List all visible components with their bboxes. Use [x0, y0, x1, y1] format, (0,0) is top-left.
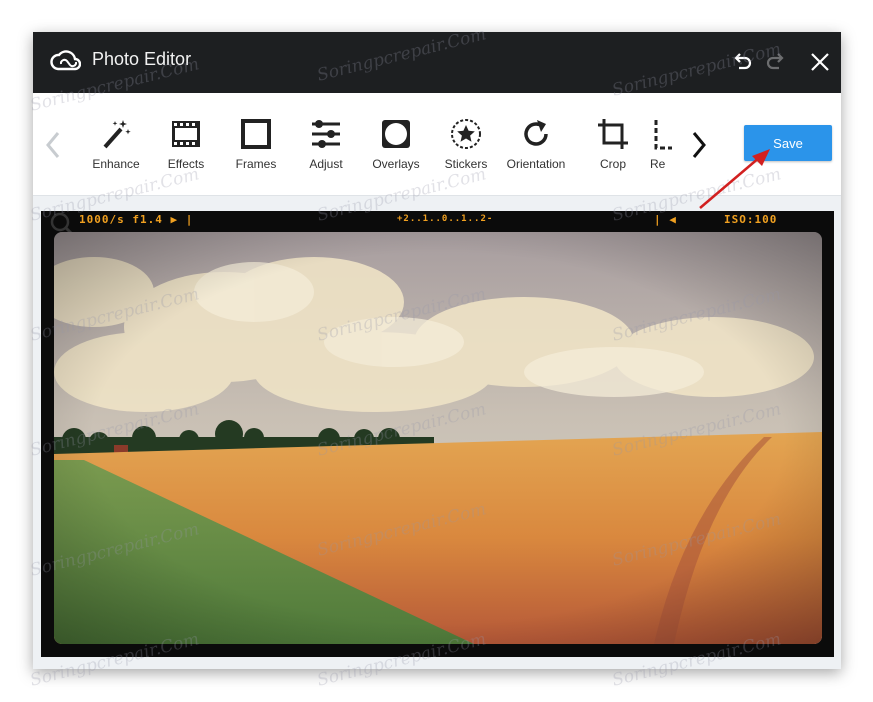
star-sticker-icon — [451, 119, 481, 149]
tool-label: Frames — [235, 157, 277, 171]
tool-enhance[interactable]: Enhance — [86, 117, 146, 177]
save-button[interactable]: Save — [744, 125, 832, 161]
tool-label: Effects — [167, 157, 205, 171]
tool-adjust[interactable]: Adjust — [296, 117, 356, 177]
crop-icon — [598, 119, 628, 149]
tool-effects[interactable]: Effects — [156, 117, 216, 177]
film-scale-text: +2..1..0..1..2- — [397, 214, 494, 224]
tool-label: Crop — [599, 157, 626, 171]
photo-canvas[interactable]: 1000/s f1.4 ▶ | +2..1..0..1..2- | ◀ ISO:… — [41, 211, 834, 657]
tool-stickers[interactable]: Stickers — [436, 117, 496, 177]
film-marker-text: | ◀ — [654, 213, 677, 226]
magic-wand-icon — [103, 120, 131, 149]
tool-label: Overlays — [372, 157, 420, 171]
film-exposure-text: 1000/s f1.4 ▶ | — [79, 213, 194, 226]
tool-label: Re — [650, 157, 666, 171]
scroll-right-icon[interactable] — [687, 127, 711, 163]
title-bar: Photo Editor — [33, 32, 841, 93]
rotate-icon — [524, 120, 548, 146]
resize-icon — [654, 120, 672, 150]
tool-overlays[interactable]: Overlays — [366, 117, 426, 177]
tool-resize[interactable]: Re — [648, 117, 688, 177]
scroll-left-icon[interactable] — [41, 127, 65, 163]
overlay-icon — [382, 120, 410, 148]
app-title: Photo Editor — [92, 49, 192, 69]
tool-label: Stickers — [444, 157, 488, 171]
sliders-icon — [312, 120, 340, 148]
tools-toolbar: Enhance Effects Frames Adjust Overlays S… — [33, 93, 841, 196]
tool-label: Enhance — [92, 157, 140, 171]
tool-label: Orientation — [506, 157, 566, 171]
film-iso-text: ISO:100 — [724, 213, 778, 226]
tool-label: Adjust — [309, 157, 343, 171]
tool-crop[interactable]: Crop — [583, 117, 643, 177]
photo-editor-window: Photo Editor Enhance Effects Frames Adju… — [33, 32, 841, 669]
frame-icon — [241, 119, 271, 149]
landscape-photo — [54, 232, 822, 644]
tool-frames[interactable]: Frames — [226, 117, 286, 177]
film-strip-icon — [172, 121, 200, 147]
redo-icon[interactable] — [764, 50, 788, 74]
close-icon[interactable] — [808, 50, 832, 74]
undo-icon[interactable] — [730, 50, 754, 74]
creative-cloud-icon — [50, 50, 81, 71]
tool-orientation[interactable]: Orientation — [506, 117, 566, 177]
